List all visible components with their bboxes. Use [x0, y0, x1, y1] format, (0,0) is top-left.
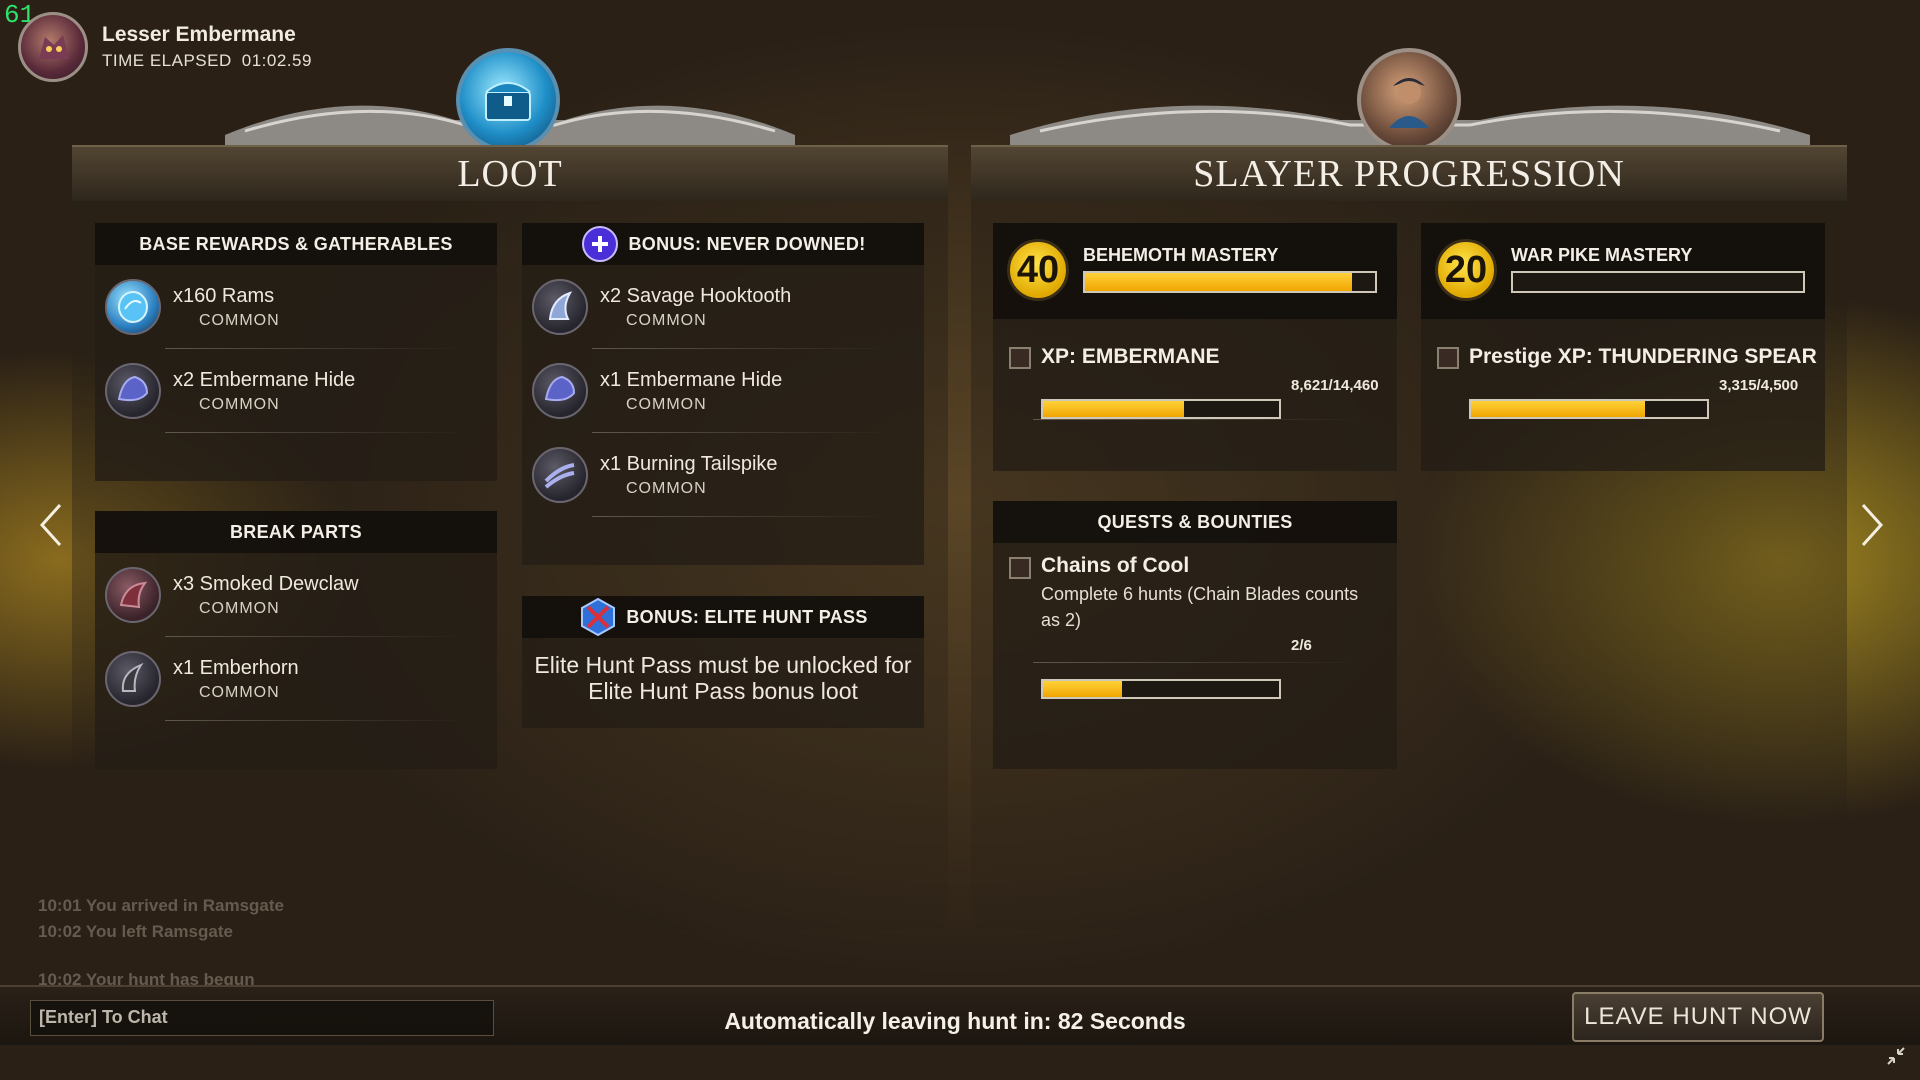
- loot-item[interactable]: x1 Embermane Hide COMMON: [522, 349, 924, 433]
- hide-icon: [544, 375, 576, 402]
- bonus-never-downed-header: BONUS: NEVER DOWNED!: [522, 223, 924, 265]
- embermane-icon: [39, 35, 69, 59]
- bonus-never-downed-card: BONUS: NEVER DOWNED! x2 Savage Hooktooth…: [522, 223, 924, 565]
- break-parts-header: BREAK PARTS: [95, 511, 497, 553]
- divider: [165, 432, 467, 433]
- elite-pass-message: Elite Hunt Pass must be unlocked for Eli…: [534, 652, 912, 704]
- divider: [1033, 662, 1367, 663]
- plus-badge-icon: [582, 226, 619, 262]
- tailspike-icon: [544, 463, 575, 489]
- item-rarity: COMMON: [199, 312, 280, 329]
- behemoth-mastery-label: BEHEMOTH MASTERY: [1083, 245, 1279, 265]
- prestige-xp-bar: [1469, 399, 1709, 419]
- break-parts-card: BREAK PARTS x3 Smoked Dewclaw COMMON x1 …: [95, 511, 497, 769]
- monster-name: Lesser Embermane: [102, 23, 296, 46]
- slayer-portrait-icon: [1389, 78, 1429, 128]
- divider: [1033, 419, 1367, 420]
- quest-progress-value: 2/6: [1291, 637, 1312, 654]
- quest-title: Chains of Cool: [1041, 554, 1190, 577]
- loot-item[interactable]: x160 Rams COMMON: [95, 265, 497, 349]
- weapon-mastery-card: 20 WAR PIKE MASTERY Prestige XP: THUNDER…: [1421, 223, 1825, 471]
- next-page-arrow-icon[interactable]: [1857, 500, 1887, 550]
- item-rarity: COMMON: [626, 480, 707, 497]
- item-name: x1 Burning Tailspike: [600, 453, 778, 475]
- weapon-mastery-bar: [1511, 271, 1805, 293]
- time-elapsed-label: TIME ELAPSED: [102, 51, 232, 70]
- horn-icon: [121, 662, 144, 692]
- loot-title: LOOT: [72, 145, 948, 201]
- collapse-icon[interactable]: [1884, 1044, 1908, 1068]
- behemoth-mastery-card: 40 BEHEMOTH MASTERY XP: EMBERMANE 8,621/…: [993, 223, 1397, 471]
- xp-embermane-value: 8,621/14,460: [1291, 377, 1379, 394]
- item-name: x1 Emberhorn: [173, 657, 299, 679]
- behemoth-level-badge: 40: [1007, 239, 1069, 301]
- divider: [165, 720, 467, 721]
- monster-portrait: [18, 12, 88, 82]
- hide-icon: [117, 375, 149, 402]
- dewclaw-icon: [119, 581, 148, 609]
- xp-embermane-checkbox[interactable]: [1009, 347, 1031, 369]
- prestige-xp-label: Prestige XP: THUNDERING SPEAR: [1469, 345, 1817, 368]
- quest-progress-bar: [1041, 679, 1281, 699]
- leave-hunt-button[interactable]: LEAVE HUNT NOW: [1572, 992, 1824, 1042]
- slayer-portrait-emblem: [1357, 48, 1461, 152]
- item-name: x1 Embermane Hide: [600, 369, 783, 391]
- loot-item[interactable]: x2 Savage Hooktooth COMMON: [522, 265, 924, 349]
- item-rarity: COMMON: [199, 396, 280, 413]
- quest-progress-fill: [1043, 681, 1122, 697]
- auto-leave-countdown: Automatically leaving hunt in: 82 Second…: [724, 1008, 1186, 1034]
- chat-input[interactable]: [Enter] To Chat: [30, 1000, 494, 1036]
- item-rarity: COMMON: [199, 684, 280, 701]
- behemoth-mastery-bar: [1083, 271, 1377, 293]
- loot-item[interactable]: x1 Emberhorn COMMON: [95, 637, 497, 721]
- quest-checkbox[interactable]: [1009, 557, 1031, 579]
- prestige-xp-fill: [1471, 401, 1645, 417]
- weapon-mastery-label: WAR PIKE MASTERY: [1511, 245, 1693, 265]
- loot-item[interactable]: x2 Embermane Hide COMMON: [95, 349, 497, 433]
- previous-page-arrow-icon[interactable]: [36, 500, 66, 550]
- bonus-never-downed-title: BONUS: NEVER DOWNED!: [628, 233, 866, 254]
- hooktooth-icon: [548, 291, 573, 320]
- bonus-elite-card: BONUS: ELITE HUNT PASS Elite Hunt Pass m…: [522, 596, 924, 728]
- loot-item[interactable]: x1 Burning Tailspike COMMON: [522, 433, 924, 517]
- loot-item[interactable]: x3 Smoked Dewclaw COMMON: [95, 553, 497, 637]
- item-rarity: COMMON: [626, 312, 707, 329]
- prestige-xp-value: 3,315/4,500: [1719, 377, 1799, 394]
- divider: [592, 516, 894, 517]
- item-name: x3 Smoked Dewclaw: [173, 573, 359, 595]
- xp-embermane-fill: [1043, 401, 1184, 417]
- progression-title: SLAYER PROGRESSION: [971, 145, 1847, 201]
- item-rarity: COMMON: [626, 396, 707, 413]
- quest-description: Complete 6 hunts (Chain Blades counts as…: [1041, 584, 1359, 630]
- bonus-elite-title: BONUS: ELITE HUNT PASS: [626, 606, 868, 627]
- item-name: x160 Rams: [173, 285, 275, 307]
- loot-chest-icon: [485, 82, 531, 121]
- item-name: x2 Savage Hooktooth: [600, 285, 792, 307]
- prestige-xp-checkbox[interactable]: [1437, 347, 1459, 369]
- base-rewards-card: BASE REWARDS & GATHERABLES x160 Rams COM…: [95, 223, 497, 481]
- ram-gem-icon: [118, 291, 148, 323]
- xp-embermane-label: XP: EMBERMANE: [1041, 345, 1220, 368]
- xp-embermane-bar: [1041, 399, 1281, 419]
- loot-chest-emblem: [456, 48, 560, 152]
- item-rarity: COMMON: [199, 600, 280, 617]
- item-name: x2 Embermane Hide: [173, 369, 356, 391]
- elite-pass-icon: [581, 597, 616, 637]
- quests-card: QUESTS & BOUNTIES Chains of Cool Complet…: [993, 501, 1397, 769]
- weapon-level-badge: 20: [1435, 239, 1497, 301]
- quests-header: QUESTS & BOUNTIES: [993, 501, 1397, 543]
- behemoth-mastery-fill: [1085, 273, 1352, 291]
- chat-log-line: 10:02 You left Ramsgate: [38, 922, 233, 941]
- chat-log-line: 10:01 You arrived in Ramsgate: [38, 896, 284, 915]
- base-rewards-header: BASE REWARDS & GATHERABLES: [95, 223, 497, 265]
- bonus-elite-header: BONUS: ELITE HUNT PASS: [522, 596, 924, 638]
